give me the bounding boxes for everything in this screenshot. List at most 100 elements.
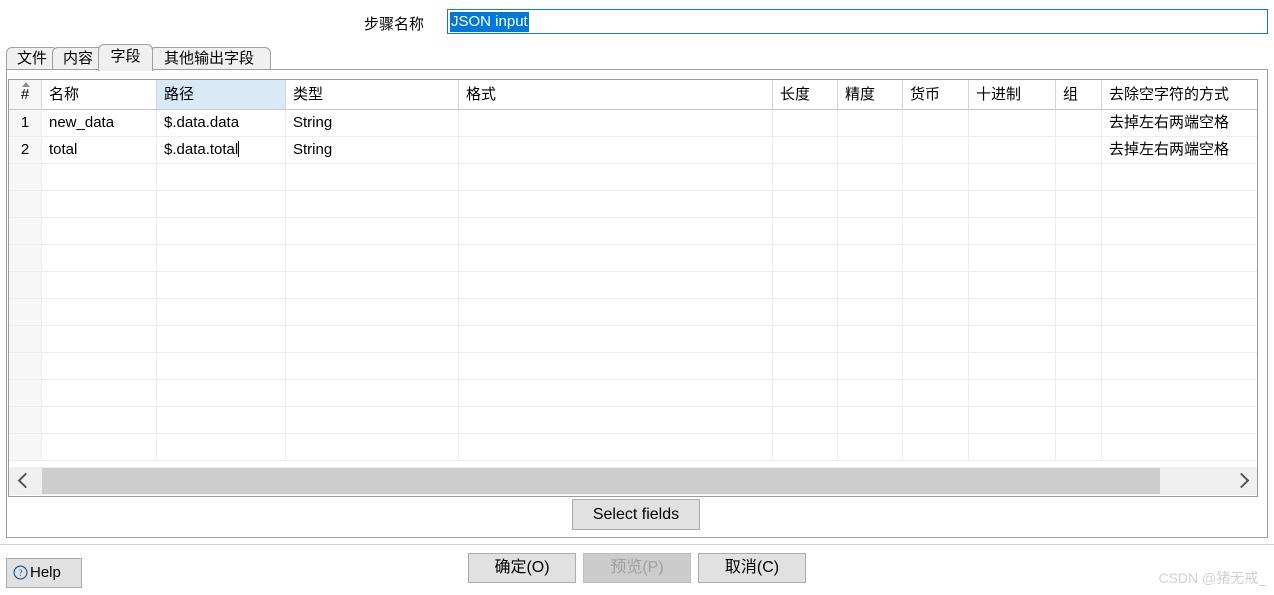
table-row[interactable] — [9, 434, 1257, 461]
cell-decimal[interactable] — [969, 218, 1056, 244]
cell-decimal[interactable] — [969, 407, 1056, 433]
cell-currency[interactable] — [903, 407, 969, 433]
cell-decimal[interactable] — [969, 110, 1056, 136]
cell-num[interactable] — [9, 353, 42, 379]
cell-decimal[interactable] — [969, 164, 1056, 190]
cell-format[interactable] — [459, 191, 773, 217]
cell-group[interactable] — [1056, 353, 1102, 379]
cell-group[interactable] — [1056, 434, 1102, 460]
tab-fields[interactable]: 字段 — [98, 44, 153, 71]
cell-type[interactable] — [286, 272, 459, 298]
cell-currency[interactable] — [903, 380, 969, 406]
cell-currency[interactable] — [903, 272, 969, 298]
cell-path[interactable] — [157, 245, 286, 271]
cell-type[interactable] — [286, 245, 459, 271]
cell-name[interactable] — [42, 191, 157, 217]
cell-currency[interactable] — [903, 218, 969, 244]
cell-format[interactable] — [459, 434, 773, 460]
cell-format[interactable] — [459, 326, 773, 352]
cell-trim[interactable] — [1102, 272, 1257, 298]
cell-precision[interactable] — [838, 137, 903, 163]
cell-precision[interactable] — [838, 164, 903, 190]
cell-path[interactable] — [157, 299, 286, 325]
cell-length[interactable] — [773, 137, 838, 163]
column-header-trim[interactable]: 去除空字符的方式 — [1102, 80, 1257, 109]
cell-format[interactable] — [459, 110, 773, 136]
cell-trim[interactable] — [1102, 218, 1257, 244]
cell-name[interactable]: total — [42, 137, 157, 163]
table-row[interactable] — [9, 272, 1257, 299]
cell-group[interactable] — [1056, 272, 1102, 298]
table-row[interactable] — [9, 164, 1257, 191]
fields-table[interactable]: # 名称 路径 类型 格式 长度 精度 货币 十进制组去除空字符的方式 1 new_data $.d… — [8, 79, 1258, 497]
column-header-num[interactable]: # — [9, 80, 42, 109]
cell-precision[interactable] — [838, 407, 903, 433]
cell-trim[interactable] — [1102, 245, 1257, 271]
column-header-path[interactable]: 路径 — [157, 80, 286, 109]
cell-precision[interactable] — [838, 353, 903, 379]
cell-type[interactable] — [286, 299, 459, 325]
cell-currency[interactable] — [903, 326, 969, 352]
cell-path[interactable] — [157, 191, 286, 217]
cell-num[interactable]: 1 — [9, 110, 42, 136]
cell-length[interactable] — [773, 407, 838, 433]
table-row[interactable] — [9, 407, 1257, 434]
cell-type[interactable] — [286, 353, 459, 379]
cell-group[interactable] — [1056, 110, 1102, 136]
cell-num[interactable] — [9, 245, 42, 271]
column-header-group[interactable]: 组 — [1056, 80, 1102, 109]
cell-length[interactable] — [773, 272, 838, 298]
cell-length[interactable] — [773, 110, 838, 136]
cell-path[interactable]: $.data.data — [157, 110, 286, 136]
cell-type[interactable] — [286, 218, 459, 244]
horizontal-scrollbar[interactable] — [9, 467, 1257, 495]
column-header-precision[interactable]: 精度 — [838, 80, 903, 109]
cell-group[interactable] — [1056, 380, 1102, 406]
cell-length[interactable] — [773, 326, 838, 352]
cell-precision[interactable] — [838, 272, 903, 298]
cell-trim[interactable] — [1102, 353, 1257, 379]
cell-trim[interactable] — [1102, 434, 1257, 460]
help-button[interactable]: ? Help — [6, 558, 82, 588]
cell-decimal[interactable] — [969, 245, 1056, 271]
cell-name[interactable]: new_data — [42, 110, 157, 136]
cell-precision[interactable] — [838, 218, 903, 244]
cell-format[interactable] — [459, 245, 773, 271]
cell-format[interactable] — [459, 218, 773, 244]
table-row[interactable] — [9, 299, 1257, 326]
cell-group[interactable] — [1056, 164, 1102, 190]
tab-additional-output-fields[interactable]: 其他输出字段 — [149, 47, 271, 70]
cell-path[interactable] — [157, 407, 286, 433]
column-header-name[interactable]: 名称 — [42, 80, 157, 109]
cell-currency[interactable] — [903, 299, 969, 325]
cell-trim[interactable]: 去掉左右两端空格 — [1102, 110, 1257, 136]
cell-currency[interactable] — [903, 353, 969, 379]
cell-format[interactable] — [459, 137, 773, 163]
cell-type[interactable] — [286, 164, 459, 190]
select-fields-button[interactable]: Select fields — [572, 499, 700, 530]
cell-num[interactable] — [9, 434, 42, 460]
cell-currency[interactable] — [903, 434, 969, 460]
cell-format[interactable] — [459, 380, 773, 406]
cell-length[interactable] — [773, 434, 838, 460]
column-header-decimal[interactable]: 十进制 — [969, 80, 1056, 109]
cell-num[interactable] — [9, 326, 42, 352]
cell-format[interactable] — [459, 353, 773, 379]
cell-num[interactable] — [9, 272, 42, 298]
scrollbar-thumb[interactable] — [42, 468, 1160, 494]
cell-trim[interactable] — [1102, 191, 1257, 217]
cell-trim[interactable] — [1102, 326, 1257, 352]
table-row[interactable] — [9, 218, 1257, 245]
cell-precision[interactable] — [838, 110, 903, 136]
cell-group[interactable] — [1056, 326, 1102, 352]
cell-group[interactable] — [1056, 245, 1102, 271]
cell-name[interactable] — [42, 380, 157, 406]
column-header-currency[interactable]: 货币 — [903, 80, 969, 109]
cell-length[interactable] — [773, 299, 838, 325]
cell-type[interactable] — [286, 407, 459, 433]
cell-decimal[interactable] — [969, 272, 1056, 298]
cell-format[interactable] — [459, 164, 773, 190]
cell-currency[interactable] — [903, 245, 969, 271]
cell-num[interactable] — [9, 299, 42, 325]
preview-button[interactable]: 预览(P) — [583, 553, 691, 583]
